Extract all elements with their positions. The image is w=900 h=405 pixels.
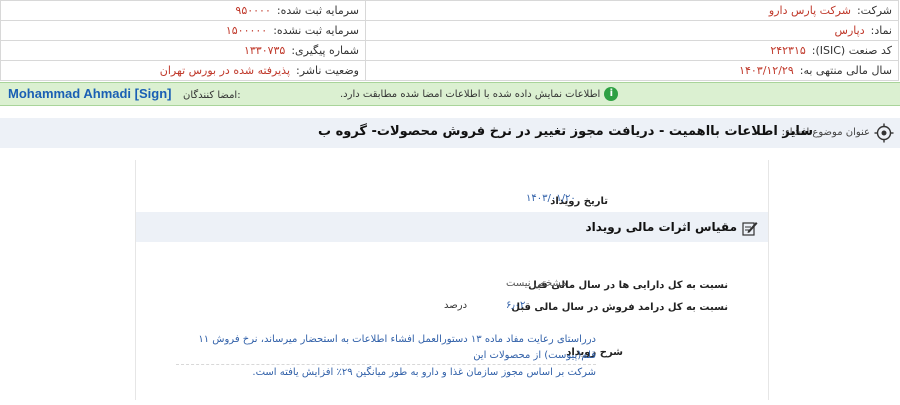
assets-ratio-value: مشخص نیست — [506, 278, 567, 289]
unregistered-capital-value: ۱۵۰۰۰۰۰ — [225, 24, 268, 37]
signature-block: Mohammad Ahmadi [Sign] امضا کنندگان: — [8, 86, 241, 101]
tracking-value: ۱۳۳۰۷۳۵ — [243, 44, 286, 57]
symbol-label: نماد: — [870, 24, 892, 37]
publisher-status-label: وضعیت ناشر: — [296, 64, 359, 77]
subject-bar: عنوان موضوع افشاء: سایر اطلاعات بااهمیت … — [0, 118, 900, 148]
registered-capital-cell: سرمایه ثبت شده: ۹۵۰۰۰۰ — [0, 0, 366, 21]
subject-title: سایر اطلاعات بااهمیت - دریافت مجوز تغییر… — [317, 124, 813, 139]
publisher-status-cell: وضعیت ناشر: پذیرفته شده در بورس تهران — [0, 60, 366, 81]
description-line: درراستای رعایت مفاد ماده ۱۳ دستورالعمل ا… — [176, 332, 596, 365]
description-line: شرکت بر اساس مجوز سازمان غذا و دارو به ط… — [252, 367, 596, 378]
tracking-label: شماره پیگیری: — [291, 44, 359, 57]
registered-capital-value: ۹۵۰۰۰۰ — [235, 4, 271, 17]
company-info-table: شرکت: شرکت پارس دارو سرمایه ثبت شده: ۹۵۰۰۰… — [0, 0, 899, 81]
event-date-value: ۱۴۰۳/۰۱/۲۰ — [526, 193, 576, 204]
target-icon — [874, 123, 894, 143]
financial-impact-title: مقیاس اثرات مالی رویداد — [585, 220, 737, 234]
info-icon: i — [604, 87, 619, 101]
sales-ratio-unit: درصد — [444, 300, 468, 311]
unregistered-capital-cell: سرمایه ثبت نشده: ۱۵۰۰۰۰۰ — [0, 20, 366, 41]
signers-label: امضا کنندگان: — [182, 90, 241, 101]
symbol-cell: نماد: دپارس — [365, 20, 899, 41]
publisher-status-value: پذیرفته شده در بورس تهران — [159, 64, 291, 77]
isic-value: ۲۴۲۳۱۵ — [770, 44, 806, 57]
tracking-cell: شماره پیگیری: ۱۳۳۰۷۳۵ — [0, 40, 366, 61]
sales-ratio-value: ۶٫۰۲ — [506, 300, 526, 311]
isic-label: کد صنعت (ISIC): — [811, 44, 892, 57]
isic-cell: کد صنعت (ISIC): ۲۴۲۳۱۵ — [365, 40, 899, 61]
company-value: شرکت پارس دارو — [768, 4, 851, 17]
signer-name-link[interactable]: Mohammad Ahmadi [Sign] — [8, 86, 171, 101]
fiscal-year-value: ۱۴۰۳/۱۲/۲۹ — [739, 64, 794, 77]
event-panel: تاریخ رویداد ۱۴۰۳/۰۱/۲۰ مقیاس اثرات مالی… — [135, 160, 769, 400]
symbol-value: دپارس — [834, 24, 865, 37]
signature-bar: Mohammad Ahmadi [Sign] امضا کنندگان: iاط… — [0, 82, 900, 106]
edit-icon — [742, 222, 758, 236]
signature-match-message: iاطلاعات نمایش داده شده با اطلاعات امضا … — [340, 87, 619, 101]
company-label: شرکت: — [856, 4, 892, 17]
signature-message-text: اطلاعات نمایش داده شده با اطلاعات امضا ش… — [340, 89, 601, 100]
financial-impact-header: مقیاس اثرات مالی رویداد — [136, 212, 768, 242]
registered-capital-label: سرمایه ثبت شده: — [276, 4, 359, 17]
company-cell: شرکت: شرکت پارس دارو — [365, 0, 899, 21]
sales-ratio-label: نسبت به کل درامد فروش در سال مالی قبل — [511, 302, 728, 313]
event-description: درراستای رعایت مفاد ماده ۱۳ دستورالعمل ا… — [176, 332, 596, 381]
unregistered-capital-label: سرمایه ثبت نشده: — [273, 24, 359, 37]
fiscal-year-label: سال مالی منتهی به: — [799, 64, 892, 77]
fiscal-year-cell: سال مالی منتهی به: ۱۴۰۳/۱۲/۲۹ — [365, 60, 899, 81]
